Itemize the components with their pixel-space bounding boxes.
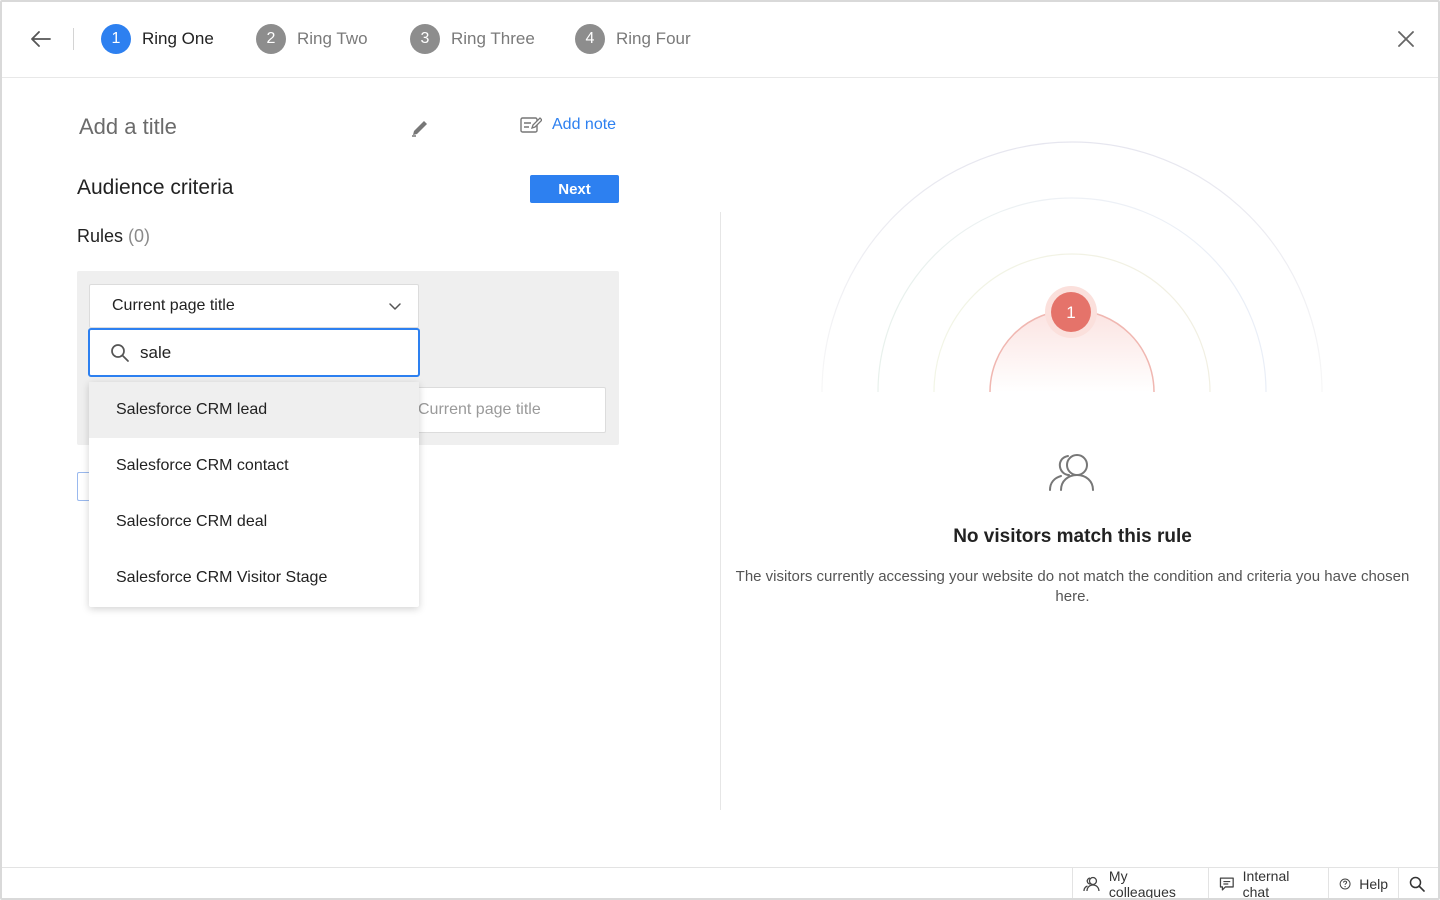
panel-divider — [720, 212, 721, 810]
help-label: Help — [1359, 876, 1388, 892]
selected-field-label: Current page title — [112, 297, 235, 314]
step-number: 4 — [575, 24, 605, 54]
add-note-button[interactable]: Add note — [520, 116, 616, 134]
step-number: 1 — [101, 24, 131, 54]
global-search-button[interactable] — [1398, 868, 1438, 900]
pencil-icon[interactable] — [409, 117, 431, 139]
colleagues-icon — [1083, 876, 1100, 892]
step-label: Ring One — [142, 29, 214, 48]
search-input[interactable] — [140, 342, 400, 363]
back-arrow-icon[interactable] — [28, 26, 54, 52]
dropdown-item[interactable]: Salesforce CRM Visitor Stage — [89, 550, 419, 606]
value-input[interactable] — [418, 401, 598, 419]
step-label: Ring Three — [451, 29, 535, 48]
dropdown-item[interactable]: Salesforce CRM contact — [89, 438, 419, 494]
help-icon — [1339, 878, 1351, 890]
dropdown-search[interactable] — [88, 328, 420, 377]
help-button[interactable]: Help — [1328, 868, 1398, 900]
rings-visual: 1 — [821, 141, 1323, 393]
search-icon — [1409, 876, 1425, 892]
title-input[interactable]: Add a title — [79, 114, 177, 140]
bottom-bar: My colleagues Internal chat Help — [0, 867, 1440, 900]
rules-heading: Rules (0) — [77, 226, 150, 247]
step-bar: 1 Ring One 2 Ring Two 3 Ring Three 4 Rin… — [0, 0, 1440, 78]
step-ring-two[interactable]: 2 Ring Two — [256, 23, 368, 55]
close-icon[interactable] — [1393, 26, 1419, 52]
rules-label: Rules — [77, 226, 124, 246]
section-title: Audience criteria — [77, 176, 234, 199]
dropdown-menu: Salesforce CRM lead Salesforce CRM conta… — [89, 382, 419, 607]
chat-icon — [1219, 877, 1234, 891]
empty-state-description: The visitors currently accessing your we… — [735, 568, 1410, 605]
step-ring-one[interactable]: 1 Ring One — [101, 23, 214, 55]
step-number: 3 — [410, 24, 440, 54]
step-ring-four[interactable]: 4 Ring Four — [575, 23, 691, 55]
dropdown-item[interactable]: Salesforce CRM deal — [89, 494, 419, 550]
step-number: 2 — [256, 24, 286, 54]
empty-state-title: No visitors match this rule — [953, 526, 1192, 547]
divider — [73, 28, 74, 50]
dropdown-item[interactable]: Salesforce CRM lead — [89, 382, 419, 438]
chevron-down-icon — [389, 303, 401, 310]
ring-badge-number: 1 — [1066, 303, 1075, 322]
note-icon — [520, 117, 542, 133]
internal-chat-label: Internal chat — [1242, 868, 1290, 900]
my-colleagues-button[interactable]: My colleagues — [1072, 868, 1208, 900]
step-label: Ring Four — [616, 29, 691, 48]
search-icon — [111, 343, 129, 362]
step-label: Ring Two — [297, 29, 368, 48]
users-icon — [1046, 450, 1100, 497]
my-colleagues-label: My colleagues — [1108, 868, 1176, 900]
rules-count: (0) — [128, 226, 151, 246]
next-button[interactable]: Next — [530, 175, 619, 203]
internal-chat-button[interactable]: Internal chat — [1208, 868, 1328, 900]
step-ring-three[interactable]: 3 Ring Three — [410, 23, 535, 55]
value-field[interactable] — [405, 387, 606, 433]
add-note-label: Add note — [552, 116, 617, 133]
field-select[interactable]: Current page title — [89, 284, 419, 328]
